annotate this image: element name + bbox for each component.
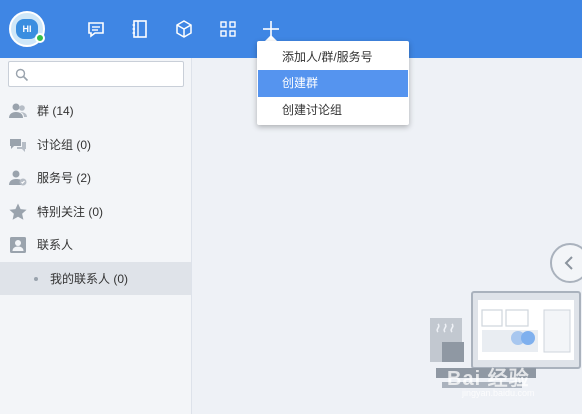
message-icon[interactable] — [86, 19, 106, 39]
sidebar-subitem-my-contacts[interactable]: 我的联系人 (0) — [0, 262, 191, 295]
contacts-book-icon[interactable] — [130, 19, 150, 39]
watermark-url: jingyan.baidu.com — [462, 388, 535, 398]
contact-card-icon — [8, 235, 28, 255]
service-account-icon — [8, 168, 28, 188]
menu-item-add-person-group-service[interactable]: 添加人/群/服务号 — [258, 44, 408, 71]
collapse-panel-button[interactable] — [550, 243, 582, 283]
sidebar-item-special-follow[interactable]: 特别关注 (0) — [0, 195, 191, 228]
group-icon — [8, 101, 28, 121]
apps-grid-icon[interactable] — [218, 19, 238, 39]
sidebar-subitem-label: 我的联系人 (0) — [50, 272, 129, 286]
watermark: Bai 经验 — [447, 368, 530, 390]
sidebar-item-discussions[interactable]: 讨论组 (0) — [0, 128, 191, 161]
bullet-dot — [34, 276, 38, 281]
sidebar-item-label: 讨论组 (0) — [37, 138, 92, 152]
plus-dropdown-menu: 添加人/群/服务号 创建群 创建讨论组 — [257, 41, 409, 125]
sidebar-item-service-accounts[interactable]: 服务号 (2) — [0, 161, 191, 194]
menu-item-create-discussion[interactable]: 创建讨论组 — [258, 97, 408, 124]
sidebar-item-label: 服务号 (2) — [37, 171, 92, 185]
star-icon — [8, 202, 28, 222]
sidebar-item-label: 特别关注 (0) — [37, 205, 104, 219]
search-box[interactable] — [8, 61, 184, 87]
sidebar: 群 (14) 讨论组 (0) 服务号 (2) 特别关注 (0) 联系人 我的联系… — [0, 58, 192, 414]
online-status-dot — [35, 33, 45, 43]
sidebar-item-label: 联系人 — [37, 238, 74, 252]
search-icon — [15, 68, 29, 82]
sidebar-item-groups[interactable]: 群 (14) — [0, 94, 191, 127]
sidebar-item-label: 群 (14) — [37, 104, 74, 118]
cube-icon[interactable] — [174, 19, 194, 39]
menu-item-create-group[interactable]: 创建群 — [258, 70, 408, 97]
sidebar-item-contacts[interactable]: 联系人 — [0, 228, 191, 261]
search-input[interactable] — [33, 64, 179, 84]
discussion-icon — [8, 135, 28, 155]
chevron-left-icon — [564, 256, 573, 270]
